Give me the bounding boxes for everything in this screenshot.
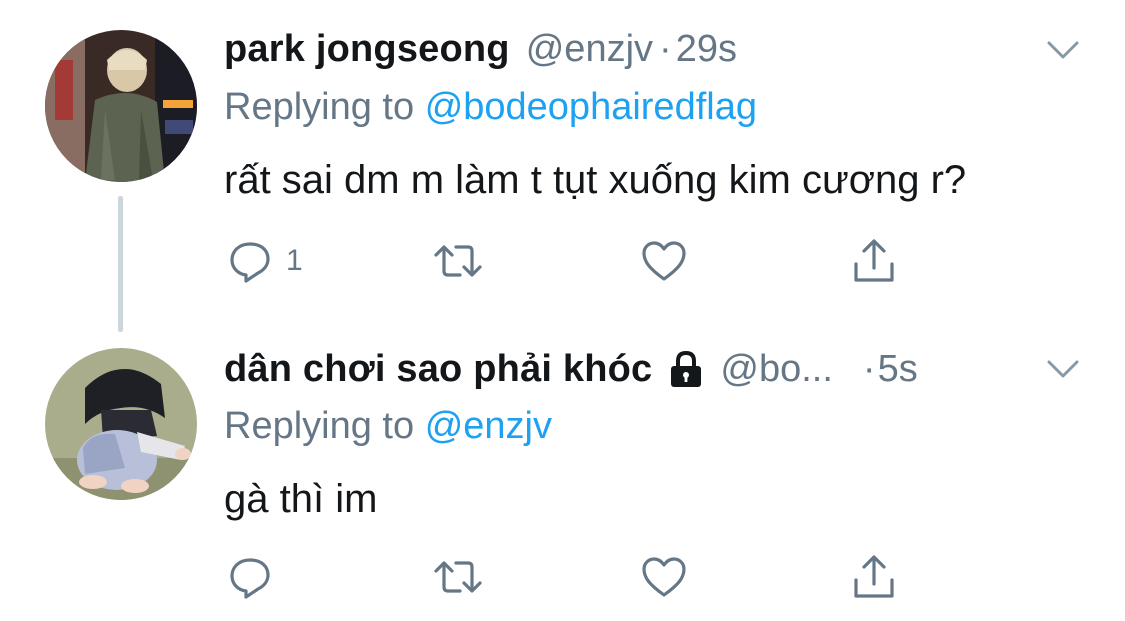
tweet-actions: 1 bbox=[224, 236, 924, 286]
reply-icon bbox=[230, 242, 270, 283]
share-icon bbox=[854, 555, 894, 598]
chevron-down-icon[interactable] bbox=[1045, 357, 1081, 381]
timestamp[interactable]: 29s bbox=[676, 28, 737, 71]
user-handle[interactable]: @enzjv bbox=[526, 28, 653, 71]
like-button[interactable] bbox=[640, 552, 688, 602]
share-button[interactable] bbox=[852, 552, 896, 602]
avatar[interactable] bbox=[45, 348, 197, 500]
tweet-header: dân chơi sao phải khóc @bo... · 5s bbox=[224, 344, 1075, 394]
separator-dot: · bbox=[659, 27, 672, 70]
lock-icon bbox=[671, 350, 702, 387]
tweet[interactable]: dân chơi sao phải khóc @bo... · 5s Reply… bbox=[0, 320, 1125, 621]
tweet-header: park jongseong @enzjv · 29s bbox=[224, 24, 1075, 74]
chevron-down-icon[interactable] bbox=[1045, 38, 1081, 62]
replying-to-mention[interactable]: @enzjv bbox=[425, 405, 552, 447]
tweet-text: gà thì im bbox=[224, 477, 378, 521]
replying-to: Replying to @bodeophairedflag bbox=[224, 86, 757, 129]
reply-button[interactable]: 1 bbox=[228, 236, 303, 286]
avatar-drawing bbox=[45, 348, 197, 500]
display-name[interactable]: dân chơi sao phải khóc bbox=[224, 348, 652, 391]
user-handle[interactable]: @bo... bbox=[720, 348, 833, 391]
replying-to-mention[interactable]: @bodeophairedflag bbox=[425, 86, 757, 128]
retweet-icon bbox=[434, 245, 482, 277]
replying-to-prefix: Replying to bbox=[224, 86, 415, 128]
retweet-icon bbox=[434, 561, 482, 593]
reply-count: 1 bbox=[286, 244, 303, 277]
display-name[interactable]: park jongseong bbox=[224, 28, 510, 71]
reply-icon bbox=[230, 558, 270, 599]
retweet-button[interactable] bbox=[432, 236, 484, 286]
tweet-actions bbox=[224, 552, 924, 602]
timestamp[interactable]: 5s bbox=[878, 348, 918, 391]
share-button[interactable] bbox=[852, 236, 896, 286]
avatar[interactable] bbox=[45, 30, 197, 182]
replying-to: Replying to @enzjv bbox=[224, 405, 552, 448]
separator-dot: · bbox=[862, 347, 876, 390]
like-icon bbox=[642, 241, 686, 281]
share-icon bbox=[854, 239, 894, 282]
reply-button[interactable] bbox=[228, 552, 272, 602]
tweet-text: rất sai dm m làm t tụt xuống kim cương r… bbox=[224, 158, 967, 202]
like-icon bbox=[642, 557, 686, 597]
avatar-photo bbox=[45, 30, 197, 182]
tweet[interactable]: park jongseong @enzjv · 29s Replying to … bbox=[0, 0, 1125, 332]
thread-line bbox=[118, 196, 123, 332]
replying-to-prefix: Replying to bbox=[224, 405, 415, 447]
like-button[interactable] bbox=[640, 236, 688, 286]
retweet-button[interactable] bbox=[432, 552, 484, 602]
